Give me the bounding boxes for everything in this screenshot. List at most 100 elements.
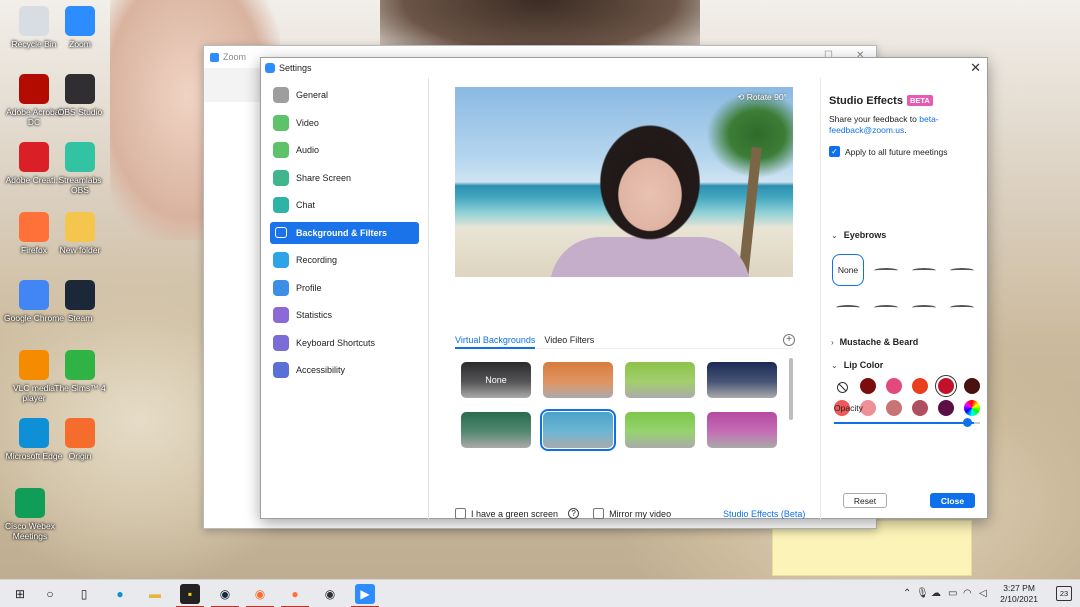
nav-item-chat[interactable]: Chat [270,194,419,216]
background-thumbnail[interactable] [707,412,777,448]
tab-video-filters[interactable]: Video Filters [544,335,594,349]
eyebrow-style-option[interactable] [908,254,940,286]
green-screen-checkbox[interactable] [455,508,466,519]
lip-color-swatch[interactable] [912,400,928,416]
mirror-video-label: Mirror my video [609,508,672,519]
streamlabs-icon [65,142,95,172]
firefox-icon [19,212,49,242]
add-background-icon[interactable]: + [783,334,795,346]
lip-color-swatch[interactable] [912,378,928,394]
apply-future-checkbox[interactable]: ✓ [829,146,840,157]
nav-item-background[interactable]: Background & Filters [270,221,419,244]
eyebrow-style-option[interactable] [946,291,978,323]
steam-taskbar-icon[interactable]: ◉ [211,584,239,607]
studio-effects-heading: Studio Effects BETA [829,95,933,107]
custom-color-picker-icon[interactable] [964,400,980,416]
tab-virtual-backgrounds[interactable]: Virtual Backgrounds [455,335,536,349]
battery-icon[interactable]: ▭ [948,588,957,599]
chevron-down-icon: ⌄ [831,230,838,240]
obs-taskbar-icon[interactable]: ◉ [320,584,340,604]
nav-item-profile[interactable]: Profile [270,277,419,299]
reset-button[interactable]: Reset [843,493,887,508]
nav-item-headphones[interactable]: Audio [270,139,419,161]
background-thumbnail[interactable] [707,362,777,398]
volume-icon[interactable]: ◁ [979,588,987,599]
eyebrow-style-option[interactable] [908,291,940,323]
background-thumbnail[interactable]: None [461,362,531,398]
desktop-icon[interactable]: Origin [50,418,110,461]
desktop-icon[interactable]: Streamlabs OBS [50,142,110,195]
help-icon[interactable]: ? [568,508,580,519]
cloud-icon[interactable]: ☁ [931,588,941,599]
background-thumbnail[interactable] [543,362,613,398]
eyebrow-style-option[interactable] [870,291,902,323]
nav-item-recording[interactable]: Recording [270,249,419,271]
zoom-main-title: Zoom [223,52,247,62]
background-thumbnail[interactable] [625,362,695,398]
studio-effects-title: Studio Effects [829,95,903,107]
firefox-taskbar-icon[interactable]: ● [281,584,309,607]
no-lip-color-icon[interactable] [837,382,848,393]
windows-start-icon[interactable]: ⊞ [10,584,30,604]
clock-time: 3:27 PM [1003,583,1035,593]
notification-center[interactable]: 23 [1056,586,1072,601]
edge-taskbar-icon[interactable]: ● [110,584,130,604]
desktop-icon[interactable]: New folder [50,212,110,255]
desktop-icon[interactable]: Cisco Webex Meetings [0,488,60,541]
eyebrow-none-option[interactable]: None [832,254,864,286]
nav-item-statistics[interactable]: Statistics [270,304,419,326]
rotate-button[interactable]: ⟲ Rotate 90° [737,92,787,103]
nav-item-accessibility[interactable]: Accessibility [270,359,419,381]
eyebrows-section-toggle[interactable]: ⌄ Eyebrows [831,230,886,240]
desktop-icon[interactable]: Zoom [50,6,110,49]
task-view-icon[interactable]: ▯ [74,584,94,604]
bottom-options: I have a green screen ? Mirror my video [455,508,671,519]
chevron-down-icon: ⌄ [831,360,838,370]
mustache-section-toggle[interactable]: › Mustache & Beard [831,337,918,347]
opacity-slider-knob[interactable] [963,418,972,427]
sticky-notes-taskbar-icon[interactable]: ▪ [176,584,204,607]
vlc-icon [19,350,49,380]
eyebrow-style-option[interactable] [832,291,864,323]
background-scrollbar[interactable] [789,358,793,420]
file-explorer-icon[interactable]: ▬ [145,584,165,604]
lip-color-swatch[interactable] [886,378,902,394]
zoom-taskbar-icon[interactable]: ▶ [351,584,379,607]
share-screen-icon [273,169,289,186]
desktop-icon[interactable]: OBS Studio [50,74,110,117]
microphone-icon[interactable]: 🎙 [916,588,929,599]
nav-item-gear[interactable]: General [270,84,419,106]
lip-color-swatch[interactable] [935,375,957,397]
origin-taskbar-icon[interactable]: ◉ [246,584,274,607]
background-thumbnail[interactable] [461,412,531,448]
settings-close-icon[interactable]: ✕ [970,60,981,76]
lip-color-section-toggle[interactable]: ⌄ Lip Color [831,360,883,370]
eyebrow-style-option[interactable] [946,254,978,286]
tray-chevron-icon[interactable]: ⌃ [903,588,911,599]
apply-future-label: Apply to all future meetings [845,146,948,157]
desktop-icon[interactable]: Steam [50,280,110,323]
desktop-icon[interactable]: The Sims™ 4 [50,350,110,393]
mirror-video-checkbox[interactable] [593,508,605,519]
zoom-icon [65,6,95,36]
lip-color-swatch[interactable] [886,400,902,416]
nav-item-keyboard[interactable]: Keyboard Shortcuts [270,332,419,354]
nav-item-label: Audio [296,145,320,155]
opacity-slider[interactable] [834,418,980,427]
accessibility-icon [273,362,289,378]
search-icon[interactable]: ○ [40,584,60,604]
eyebrow-style-option[interactable] [870,254,902,286]
lip-color-swatch[interactable] [938,400,954,416]
nav-item-share-screen[interactable]: Share Screen [270,167,419,189]
nav-item-video[interactable]: Video [270,112,419,134]
obs-icon [65,74,95,104]
taskbar-clock[interactable]: 3:27 PM 2/10/2021 [1000,583,1038,605]
studio-effects-link[interactable]: Studio Effects (Beta) [723,509,805,519]
lip-color-swatch[interactable] [860,378,876,394]
background-thumbnail[interactable] [625,412,695,448]
wifi-icon[interactable]: ◠ [963,588,972,599]
close-button[interactable]: Close [930,493,975,508]
background-thumbnail[interactable] [540,409,616,451]
lip-color-swatch[interactable] [964,378,980,394]
desktop-icon-label: Streamlabs OBS [58,175,102,195]
